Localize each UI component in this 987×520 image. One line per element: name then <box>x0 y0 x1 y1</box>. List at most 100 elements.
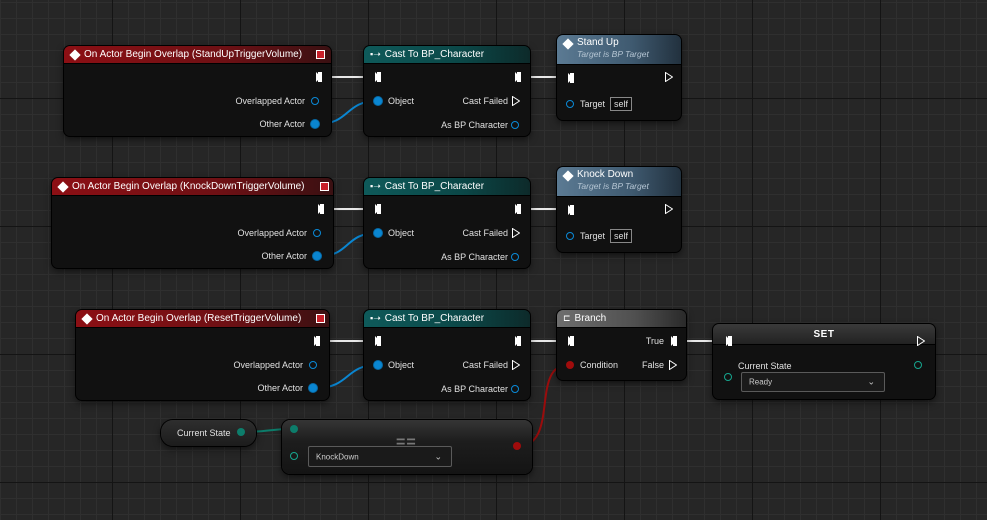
pin-label-other-actor: Other Actor <box>261 251 307 261</box>
cast-node-3[interactable]: ▪➝ Cast To BP_Character Object Cast Fail… <box>364 310 530 400</box>
exec-in-pin[interactable] <box>568 205 574 215</box>
object-pin[interactable] <box>374 229 382 237</box>
function-node-subtitle: Target is BP Target <box>577 49 649 59</box>
set-node[interactable]: SET Current State Ready ⌄ <box>713 324 935 399</box>
branch-icon: ⊏ <box>563 313 571 323</box>
pin-label-current-state: Current State <box>738 361 792 371</box>
other-actor-pin[interactable] <box>313 252 321 260</box>
exec-out-pin[interactable] <box>665 72 673 82</box>
function-node-header: Knock Down Target is BP Target <box>557 167 681 197</box>
chevron-down-icon: ⌄ <box>434 451 442 461</box>
condition-pin[interactable] <box>566 361 574 369</box>
as-bp-character-pin[interactable] <box>511 385 519 393</box>
exec-out-pin[interactable] <box>515 204 521 214</box>
set-node-header: SET <box>713 324 935 345</box>
overlapped-actor-pin[interactable] <box>309 361 317 369</box>
function-node-stand-up[interactable]: Stand Up Target is BP Target Target self <box>557 35 681 120</box>
pin-label-target: Target <box>580 231 606 241</box>
exec-in-pin[interactable] <box>726 336 732 346</box>
cast-arrow-icon: ▪➝ <box>370 181 381 191</box>
overlapped-actor-pin[interactable] <box>313 229 321 237</box>
getter-label: Current State <box>177 428 231 438</box>
current-state-getter[interactable]: Current State <box>161 420 256 446</box>
event-node-standup[interactable]: On Actor Begin Overlap (StandUpTriggerVo… <box>64 46 331 136</box>
function-icon <box>562 38 574 50</box>
delegate-pin-icon[interactable] <box>316 50 325 59</box>
cast-node-title: Cast To BP_Character <box>384 313 485 324</box>
branch-node-title: Branch <box>574 313 607 324</box>
current-state-dropdown[interactable]: Ready ⌄ <box>741 372 885 392</box>
function-icon <box>562 170 574 182</box>
cast-node-1[interactable]: ▪➝ Cast To BP_Character Object Cast Fail… <box>364 46 530 136</box>
event-node-reset[interactable]: On Actor Begin Overlap (ResetTriggerVolu… <box>76 310 329 400</box>
object-pin[interactable] <box>374 361 382 369</box>
cast-failed-exec-pin[interactable] <box>512 360 520 370</box>
cast-failed-exec-pin[interactable] <box>512 96 520 106</box>
pin-label-overlapped-actor: Overlapped Actor <box>235 96 305 106</box>
as-bp-character-pin[interactable] <box>511 253 519 261</box>
false-exec-pin[interactable] <box>669 360 677 370</box>
equal-enum-node[interactable]: == KnockDown ⌄ <box>282 420 532 474</box>
delegate-pin-icon[interactable] <box>320 182 329 191</box>
event-node-title: On Actor Begin Overlap (KnockDownTrigger… <box>72 181 305 192</box>
function-node-title: Knock Down <box>577 169 634 180</box>
exec-in-pin[interactable] <box>568 336 574 346</box>
event-diamond-icon <box>81 312 93 325</box>
pin-label-false: False <box>641 360 664 370</box>
exec-in-pin[interactable] <box>375 336 381 346</box>
set-node-title: SET <box>813 328 835 340</box>
input-a-pin[interactable] <box>290 425 298 433</box>
chevron-down-icon: ⌄ <box>867 376 875 387</box>
target-pin[interactable] <box>566 100 574 108</box>
true-exec-pin[interactable] <box>671 336 677 346</box>
dropdown-value: Ready <box>749 377 773 387</box>
cast-failed-exec-pin[interactable] <box>512 228 520 238</box>
result-out-pin[interactable] <box>513 442 521 450</box>
event-diamond-icon <box>57 180 69 193</box>
event-node-header: On Actor Begin Overlap (StandUpTriggerVo… <box>64 46 331 64</box>
knockdown-dropdown[interactable]: KnockDown ⌄ <box>308 446 452 467</box>
exec-in-pin[interactable] <box>568 73 574 83</box>
delegate-pin-icon[interactable] <box>316 314 325 323</box>
target-self-field[interactable]: self <box>610 97 633 111</box>
dropdown-value: KnockDown <box>316 452 359 461</box>
pin-label-target: Target <box>580 99 606 109</box>
as-bp-character-pin[interactable] <box>511 121 519 129</box>
cast-node-title: Cast To BP_Character <box>384 49 485 60</box>
other-actor-pin[interactable] <box>309 384 317 392</box>
cast-node-2[interactable]: ▪➝ Cast To BP_Character Object Cast Fail… <box>364 178 530 268</box>
exec-out-pin[interactable] <box>316 72 322 82</box>
input-b-pin[interactable] <box>290 452 298 460</box>
branch-node-header: ⊏ Branch <box>557 310 686 328</box>
event-diamond-icon <box>69 48 81 61</box>
exec-in-pin[interactable] <box>375 72 381 82</box>
pin-label-object: Object <box>388 228 415 238</box>
current-state-out-pin[interactable] <box>914 361 922 369</box>
pin-label-overlapped-actor: Overlapped Actor <box>233 360 303 370</box>
pin-label-object: Object <box>388 360 415 370</box>
target-pin[interactable] <box>566 232 574 240</box>
exec-out-pin[interactable] <box>314 336 320 346</box>
pin-label-other-actor: Other Actor <box>257 383 303 393</box>
exec-in-pin[interactable] <box>375 204 381 214</box>
pin-label-cast-failed: Cast Failed <box>462 360 508 370</box>
exec-out-pin[interactable] <box>515 72 521 82</box>
branch-node[interactable]: ⊏ Branch True Condition False <box>557 310 686 380</box>
other-actor-pin[interactable] <box>311 120 319 128</box>
object-pin[interactable] <box>374 97 382 105</box>
event-node-knockdown[interactable]: On Actor Begin Overlap (KnockDownTrigger… <box>52 178 333 268</box>
current-state-in-pin[interactable] <box>724 373 732 381</box>
pin-label-condition: Condition <box>580 360 619 370</box>
exec-out-pin[interactable] <box>917 336 925 346</box>
exec-out-pin[interactable] <box>318 204 324 214</box>
cast-node-header: ▪➝ Cast To BP_Character <box>364 310 530 328</box>
exec-out-pin[interactable] <box>515 336 521 346</box>
cast-node-header: ▪➝ Cast To BP_Character <box>364 46 530 64</box>
current-state-out-pin[interactable] <box>237 428 245 436</box>
exec-out-pin[interactable] <box>665 204 673 214</box>
target-self-field[interactable]: self <box>610 229 633 243</box>
pin-label-overlapped-actor: Overlapped Actor <box>237 228 307 238</box>
function-node-knock-down[interactable]: Knock Down Target is BP Target Target se… <box>557 167 681 252</box>
overlapped-actor-pin[interactable] <box>311 97 319 105</box>
pin-label-cast-failed: Cast Failed <box>462 96 508 106</box>
